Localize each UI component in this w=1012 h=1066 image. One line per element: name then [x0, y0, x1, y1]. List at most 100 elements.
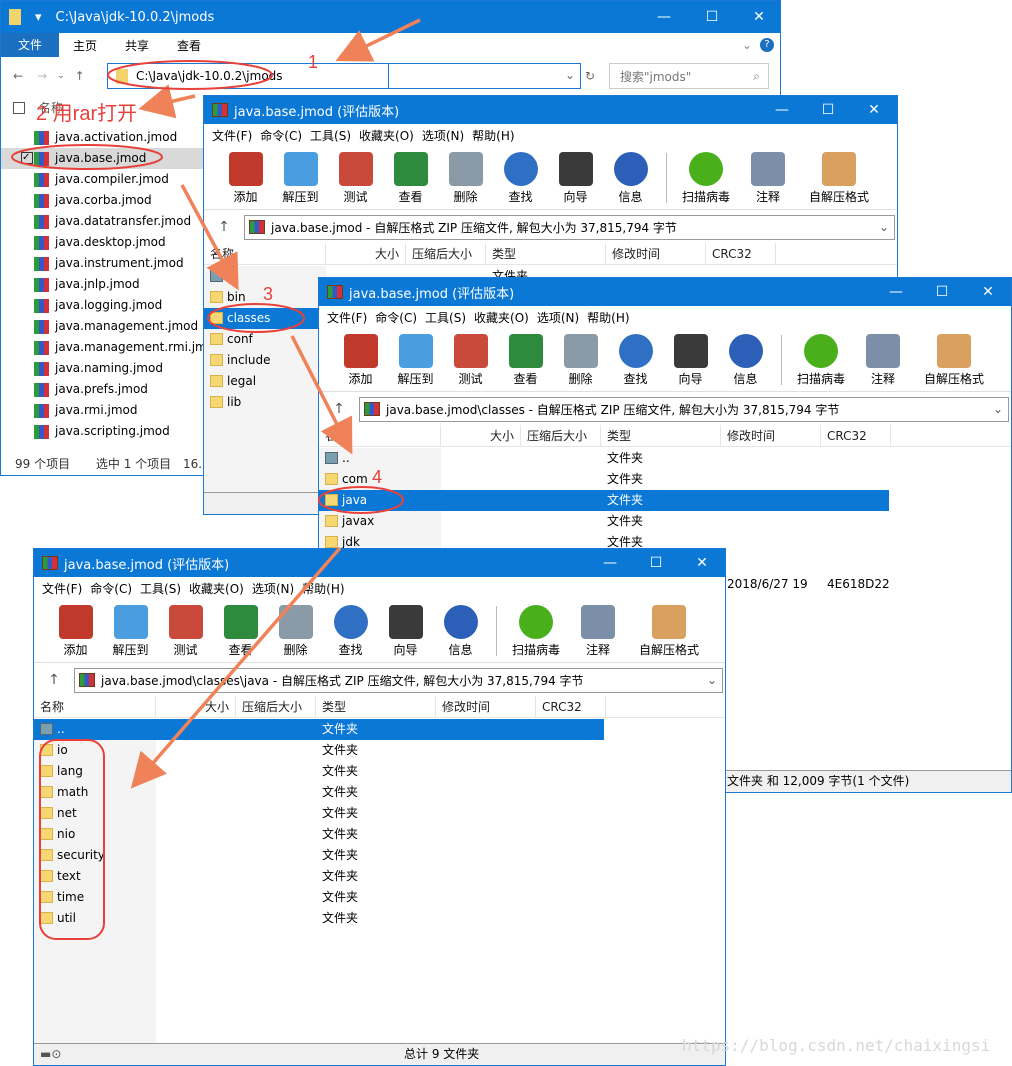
menu-item[interactable]: 选项(N): [422, 127, 464, 144]
menu-item[interactable]: 帮助(H): [587, 309, 629, 326]
toolbar-button-archive-add[interactable]: 添加: [333, 329, 388, 391]
minimize-button[interactable]: —: [587, 549, 633, 577]
toolbar-button-info[interactable]: 信息: [433, 600, 488, 662]
column-header-1[interactable]: 大小: [156, 696, 236, 717]
list-item[interactable]: io 文件夹: [34, 740, 725, 761]
file-list-item[interactable]: java.instrument.jmod: [1, 253, 206, 274]
toolbar-button-sfx-box[interactable]: 自解压格式: [914, 329, 994, 391]
column-header-5[interactable]: CRC32: [706, 243, 776, 264]
select-all-checkbox[interactable]: [13, 102, 25, 114]
list-item[interactable]: javax 文件夹: [319, 511, 1011, 532]
up-folder-button[interactable]: ↑: [204, 219, 244, 235]
menu-item[interactable]: 收藏夹(O): [359, 127, 414, 144]
minimize-button[interactable]: —: [641, 1, 687, 29]
toolbar-button-sfx-box[interactable]: 自解压格式: [629, 600, 709, 662]
column-header-0[interactable]: 名称: [204, 243, 326, 264]
address-dropdown-icon[interactable]: ⌄: [707, 673, 717, 687]
menu-item[interactable]: 收藏夹(O): [189, 580, 244, 597]
menu-item[interactable]: 工具(S): [425, 309, 466, 326]
toolbar-button-wand[interactable]: 向导: [548, 147, 603, 209]
tab-share[interactable]: 共享: [125, 37, 149, 54]
toolbar-button-trash[interactable]: 删除: [268, 600, 323, 662]
toolbar-button-wand[interactable]: 向导: [663, 329, 718, 391]
column-header-4[interactable]: 修改时间: [606, 243, 706, 264]
tab-view[interactable]: 查看: [177, 37, 201, 54]
toolbar-button-extract-folder[interactable]: 解压到: [103, 600, 158, 662]
menu-item[interactable]: 选项(N): [252, 580, 294, 597]
list-item[interactable]: com 文件夹: [319, 469, 1011, 490]
maximize-button[interactable]: ☐: [919, 278, 965, 306]
column-header-5[interactable]: CRC32: [821, 425, 891, 446]
toolbar-button-trash[interactable]: 删除: [438, 147, 493, 209]
recent-dropdown-icon[interactable]: ⌄: [57, 71, 65, 81]
expand-ribbon-icon[interactable]: ⌄: [742, 38, 752, 52]
list-item[interactable]: math 文件夹: [34, 782, 725, 803]
file-list-item[interactable]: java.management.rmi.jmod: [1, 337, 206, 358]
close-button[interactable]: ✕: [679, 549, 725, 577]
menu-item[interactable]: 命令(C): [260, 127, 302, 144]
toolbar-button-clipboard-check[interactable]: 测试: [158, 600, 213, 662]
column-header-0[interactable]: 名称: [319, 425, 441, 446]
file-list-item[interactable]: java.desktop.jmod: [1, 232, 206, 253]
column-header-4[interactable]: 修改时间: [436, 696, 536, 717]
menu-item[interactable]: 选项(N): [537, 309, 579, 326]
maximize-button[interactable]: ☐: [689, 1, 735, 29]
toolbar-button-book[interactable]: 查看: [383, 147, 438, 209]
menu-item[interactable]: 帮助(H): [302, 580, 344, 597]
toolbar-button-extract-folder[interactable]: 解压到: [388, 329, 443, 391]
menu-item[interactable]: 文件(F): [212, 127, 252, 144]
tab-home[interactable]: 主页: [73, 37, 97, 54]
column-header-2[interactable]: 压缩后大小: [406, 243, 486, 264]
column-header-5[interactable]: CRC32: [536, 696, 606, 717]
toolbar-button-clipboard-check[interactable]: 测试: [328, 147, 383, 209]
refresh-button[interactable]: ↻: [585, 69, 595, 83]
close-button[interactable]: ✕: [851, 96, 897, 124]
up-folder-button[interactable]: ↑: [34, 672, 74, 688]
column-header-2[interactable]: 压缩后大小: [521, 425, 601, 446]
toolbar-button-info[interactable]: 信息: [718, 329, 773, 391]
toolbar-button-magnifier[interactable]: 查找: [493, 147, 548, 209]
back-button[interactable]: ←: [13, 69, 23, 83]
list-item[interactable]: text 文件夹: [34, 866, 725, 887]
tab-file[interactable]: 文件: [1, 33, 59, 57]
list-item[interactable]: util 文件夹: [34, 908, 725, 929]
toolbar-button-virus-scan[interactable]: 扫描病毒: [505, 600, 567, 662]
quick-access-dropdown-icon[interactable]: ▾: [35, 10, 42, 25]
list-item[interactable]: lang 文件夹: [34, 761, 725, 782]
toolbar-button-virus-scan[interactable]: 扫描病毒: [790, 329, 852, 391]
toolbar-button-magnifier[interactable]: 查找: [323, 600, 378, 662]
list-item[interactable]: .. 文件夹: [319, 448, 1011, 469]
toolbar-button-info[interactable]: 信息: [603, 147, 658, 209]
item-checkbox[interactable]: ✓: [21, 152, 33, 164]
toolbar-button-virus-scan[interactable]: 扫描病毒: [675, 147, 737, 209]
search-input[interactable]: 搜索"jmods" ⌕: [609, 63, 769, 89]
file-list-item[interactable]: java.jnlp.jmod: [1, 274, 206, 295]
file-list-item[interactable]: java.datatransfer.jmod: [1, 211, 206, 232]
toolbar-button-book[interactable]: 查看: [498, 329, 553, 391]
maximize-button[interactable]: ☐: [633, 549, 679, 577]
address-dropdown-icon[interactable]: ⌄: [993, 402, 1003, 416]
menu-item[interactable]: 工具(S): [140, 580, 181, 597]
address-field[interactable]: C:\Java\jdk-10.0.2\jmods: [107, 63, 389, 89]
help-icon[interactable]: ?: [760, 38, 774, 52]
toolbar-button-trash[interactable]: 删除: [553, 329, 608, 391]
menu-item[interactable]: 命令(C): [90, 580, 132, 597]
address-field[interactable]: java.base.jmod\classes - 自解压格式 ZIP 压缩文件,…: [359, 396, 1009, 422]
column-header-4[interactable]: 修改时间: [721, 425, 821, 446]
toolbar-button-comment[interactable]: 注释: [737, 147, 799, 209]
minimize-button[interactable]: —: [873, 278, 919, 306]
address-dropdown-icon[interactable]: ⌄: [565, 68, 575, 82]
menu-item[interactable]: 帮助(H): [472, 127, 514, 144]
address-dropdown-icon[interactable]: ⌄: [879, 220, 889, 234]
file-list-item[interactable]: java.corba.jmod: [1, 190, 206, 211]
file-list-item[interactable]: java.compiler.jmod: [1, 169, 206, 190]
list-item[interactable]: nio 文件夹: [34, 824, 725, 845]
toolbar-button-archive-add[interactable]: 添加: [218, 147, 273, 209]
file-list-item[interactable]: java.management.jmod: [1, 316, 206, 337]
file-list-item[interactable]: java.logging.jmod: [1, 295, 206, 316]
file-list-item[interactable]: java.prefs.jmod: [1, 379, 206, 400]
address-field[interactable]: java.base.jmod\classes\java - 自解压格式 ZIP …: [74, 667, 723, 693]
close-button[interactable]: ✕: [965, 278, 1011, 306]
list-item[interactable]: security 文件夹: [34, 845, 725, 866]
up-folder-button[interactable]: ↑: [319, 401, 359, 417]
